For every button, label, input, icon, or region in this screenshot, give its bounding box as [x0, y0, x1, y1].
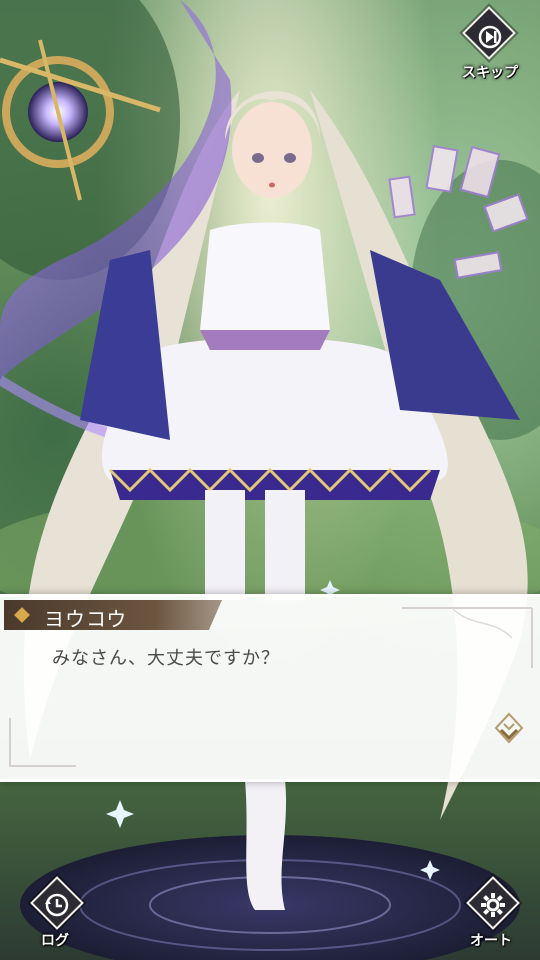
log-history-icon	[45, 893, 69, 917]
auto-button[interactable]: オート	[456, 876, 526, 958]
game-screen[interactable]: スキップ ヨウコウ みなさん、大丈夫ですか？ ログ オート	[0, 0, 540, 960]
log-label: ログ	[41, 933, 69, 949]
skip-button[interactable]: スキップ	[458, 6, 522, 86]
character-illustration	[0, 0, 540, 960]
ornament-corner	[9, 718, 76, 767]
skip-forward-icon	[478, 25, 502, 49]
dialogue-text: みなさん、大丈夫ですか？	[52, 648, 280, 669]
log-button[interactable]: ログ	[20, 876, 90, 958]
advance-chevron-icon[interactable]	[494, 712, 524, 746]
gear-icon	[481, 893, 505, 917]
dialogue-window[interactable]: ヨウコウ みなさん、大丈夫ですか？	[0, 594, 540, 782]
speaker-name: ヨウコウ	[44, 607, 128, 631]
ornament-corner	[402, 607, 533, 668]
skip-label: スキップ	[462, 65, 518, 81]
speaker-marker-icon	[14, 607, 30, 623]
speaker-plate: ヨウコウ	[4, 600, 222, 630]
auto-label: オート	[470, 933, 512, 949]
